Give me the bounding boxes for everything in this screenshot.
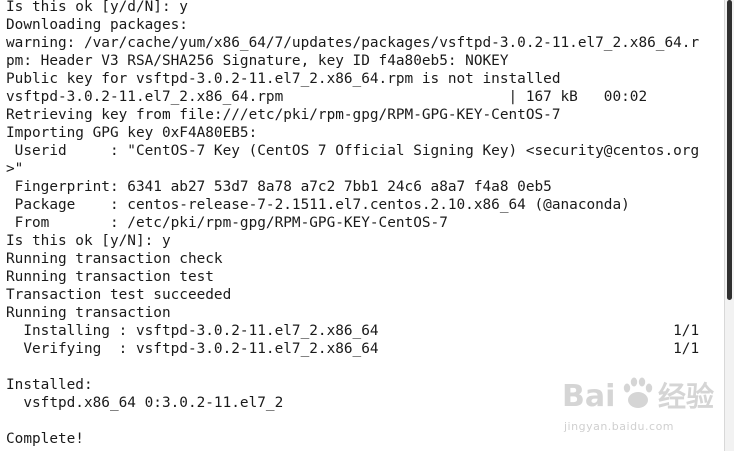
- terminal-line: vsftpd-3.0.2-11.el7_2.x86_64.rpm | 167 k…: [6, 89, 648, 105]
- terminal-line: Installing : vsftpd-3.0.2-11.el7_2.x86_6…: [6, 323, 700, 339]
- terminal-line: Running transaction test: [6, 269, 214, 285]
- terminal-line: Fingerprint: 6341 ab27 53d7 8a78 a7c2 7b…: [6, 179, 552, 195]
- terminal-line: Running transaction: [6, 305, 171, 321]
- vertical-scrollbar[interactable]: [724, 0, 734, 451]
- terminal-line: Complete!: [6, 431, 84, 447]
- terminal-line: pm: Header V3 RSA/SHA256 Signature, key …: [6, 53, 509, 69]
- terminal-line: Is this ok [y/d/N]: y: [6, 0, 188, 15]
- terminal-line: Userid : "CentOS-7 Key (CentOS 7 Officia…: [6, 143, 700, 159]
- scrollbar-thumb[interactable]: [727, 0, 732, 300]
- terminal-line: Public key for vsftpd-3.0.2-11.el7_2.x86…: [6, 71, 561, 87]
- terminal-line: Is this ok [y/N]: y: [6, 233, 171, 249]
- terminal-line: Running transaction check: [6, 251, 223, 267]
- terminal-text: Is this ok [y/d/N]: y Downloading package…: [6, 0, 699, 448]
- terminal-line: Verifying : vsftpd-3.0.2-11.el7_2.x86_64…: [6, 341, 700, 357]
- terminal-line: Installed:: [6, 377, 93, 393]
- terminal-line: Retrieving key from file:///etc/pki/rpm-…: [6, 107, 561, 123]
- terminal-line: Downloading packages:: [6, 17, 188, 33]
- terminal-line: Package : centos-release-7-2.1511.el7.ce…: [6, 197, 630, 213]
- terminal-line: From : /etc/pki/rpm-gpg/RPM-GPG-KEY-Cent…: [6, 215, 448, 231]
- terminal-line: >": [6, 161, 24, 177]
- terminal-output[interactable]: Is this ok [y/d/N]: y Downloading package…: [0, 0, 724, 451]
- terminal-line: warning: /var/cache/yum/x86_64/7/updates…: [6, 35, 700, 51]
- terminal-line: Transaction test succeeded: [6, 287, 232, 303]
- terminal-line: vsftpd.x86_64 0:3.0.2-11.el7_2: [6, 395, 284, 411]
- terminal-line: Importing GPG key 0xF4A80EB5:: [6, 125, 258, 141]
